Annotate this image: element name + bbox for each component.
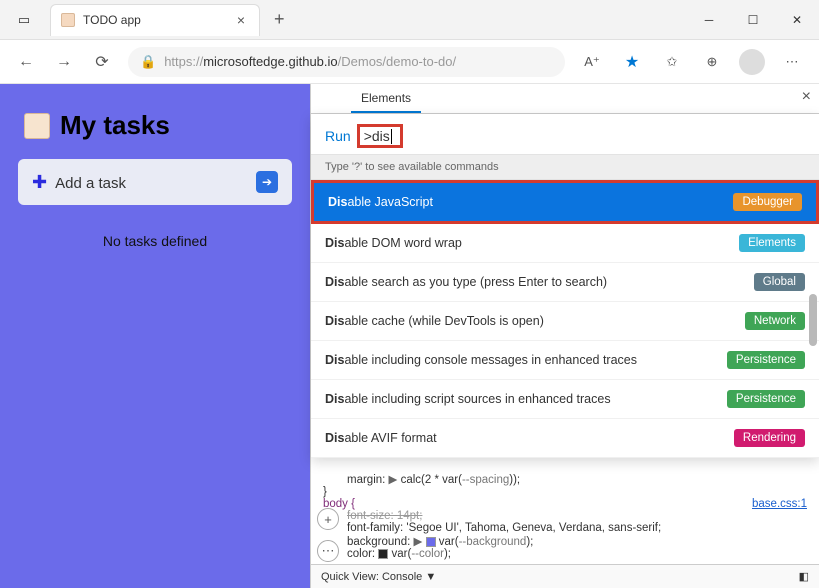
url-host: microsoftedge.github.io — [203, 54, 337, 69]
url-path: /Demos/demo-to-do/ — [338, 54, 457, 69]
more-menu-icon[interactable]: ⋯ — [779, 49, 805, 75]
devtools-tab-bar: Elements × — [311, 84, 819, 114]
browser-tab[interactable]: TODO app × — [50, 4, 260, 36]
quickview-label: Quick View: — [321, 571, 379, 583]
command-input-text: >dis — [364, 128, 390, 144]
command-list: Disable JavaScript Debugger Disable DOM wo… — [311, 180, 819, 458]
styles-pane: margin: ▶ calc(2 * var(--spacing)); } bo… — [311, 464, 819, 564]
devtools-dock-icon[interactable]: ◧ — [799, 570, 809, 583]
command-item-badge: Elements — [739, 234, 805, 252]
close-icon[interactable]: × — [233, 12, 249, 28]
command-menu: Run >dis Type '?' to see available comma… — [311, 114, 819, 458]
close-window-button[interactable]: ✕ — [775, 4, 819, 36]
css-brace: } — [323, 486, 807, 498]
page-title: My tasks — [24, 110, 292, 141]
address-bar: ← → ⟳ 🔒 https://microsoftedge.github.io/… — [0, 40, 819, 84]
tab-elements[interactable]: Elements — [351, 85, 421, 113]
add-pane-button[interactable]: + — [317, 508, 339, 530]
submit-arrow-icon[interactable]: ➔ — [256, 171, 278, 193]
tab-title: TODO app — [83, 13, 233, 27]
new-tab-button[interactable]: + — [260, 9, 299, 30]
command-item-label: Disable search as you type (press Enter … — [325, 275, 607, 289]
url-scheme: https:// — [164, 54, 203, 69]
url-input[interactable]: 🔒 https://microsoftedge.github.io/Demos/… — [128, 47, 565, 77]
source-link[interactable]: base.css:1 — [752, 498, 807, 510]
profile-avatar[interactable] — [739, 49, 765, 75]
command-hint: Type '?' to see available commands — [311, 154, 819, 180]
collections-icon[interactable]: ⊕ — [699, 49, 725, 75]
tab-actions-icon[interactable]: ▭ — [10, 6, 38, 34]
run-label: Run — [325, 128, 351, 144]
add-task-row[interactable]: ✚Add a task ➔ — [18, 159, 292, 205]
devtools-close-button[interactable]: × — [802, 88, 811, 106]
command-item[interactable]: Disable JavaScript Debugger — [311, 180, 819, 224]
quick-view-bar[interactable]: Quick View: Console ▼ ◧ — [311, 564, 819, 588]
back-button[interactable]: ← — [14, 50, 38, 74]
command-item-badge: Network — [745, 312, 805, 330]
command-item-label: Disable DOM word wrap — [325, 236, 462, 250]
empty-state-text: No tasks defined — [18, 233, 292, 249]
content-area: My tasks ✚Add a task ➔ No tasks defined … — [0, 84, 819, 588]
command-item-label: Disable including script sources in enha… — [325, 392, 611, 406]
scrollbar-thumb[interactable] — [809, 294, 817, 346]
command-item[interactable]: Disable AVIF format Rendering — [311, 419, 819, 458]
command-item-label: Disable JavaScript — [328, 195, 433, 209]
command-input[interactable]: >dis — [357, 124, 403, 148]
reading-mode-icon[interactable]: A⁺ — [579, 49, 605, 75]
clipboard-icon — [24, 113, 50, 139]
maximize-button[interactable]: ☐ — [731, 4, 775, 36]
refresh-button[interactable]: ⟳ — [90, 50, 114, 74]
favorite-star-icon[interactable]: ★ — [619, 49, 645, 75]
window-controls: ─ ☐ ✕ — [687, 4, 819, 36]
command-item-badge: Persistence — [727, 351, 805, 369]
command-item-label: Disable cache (while DevTools is open) — [325, 314, 544, 328]
clipboard-icon — [61, 13, 75, 27]
minimize-button[interactable]: ─ — [687, 4, 731, 36]
add-task-label: ✚Add a task — [32, 172, 126, 193]
favorites-bar-icon[interactable]: ✩ — [659, 49, 685, 75]
command-item-badge: Global — [754, 273, 805, 291]
command-item-label: Disable AVIF format — [325, 431, 437, 445]
page-title-text: My tasks — [60, 110, 170, 141]
forward-button[interactable]: → — [52, 50, 76, 74]
lock-icon: 🔒 — [140, 54, 156, 70]
command-item[interactable]: Disable search as you type (press Enter … — [311, 263, 819, 302]
more-tools-button[interactable]: ⋯ — [317, 540, 339, 562]
command-item-label: Disable including console messages in en… — [325, 353, 637, 367]
plus-icon: ✚ — [32, 172, 47, 192]
command-input-row: Run >dis — [311, 114, 819, 154]
command-item-badge: Persistence — [727, 390, 805, 408]
css-prop-struck: font-size: 14pt; — [347, 510, 807, 522]
command-item-badge: Rendering — [734, 429, 805, 447]
page-body: My tasks ✚Add a task ➔ No tasks defined — [0, 84, 310, 588]
css-prop: font-family: 'Segoe UI', Tahoma, Geneva,… — [347, 522, 807, 534]
command-item[interactable]: Disable cache (while DevTools is open) Ne… — [311, 302, 819, 341]
quickview-panel[interactable]: Console ▼ — [382, 571, 436, 583]
devtools-panel: Elements × Run >dis Type '?' to see avai… — [310, 84, 819, 588]
text-caret — [391, 129, 392, 144]
command-item[interactable]: Disable including console messages in en… — [311, 341, 819, 380]
command-item-badge: Debugger — [733, 193, 802, 211]
browser-titlebar: ▭ TODO app × + ─ ☐ ✕ — [0, 0, 819, 40]
command-item[interactable]: Disable including script sources in enha… — [311, 380, 819, 419]
command-item[interactable]: Disable DOM word wrap Elements — [311, 224, 819, 263]
